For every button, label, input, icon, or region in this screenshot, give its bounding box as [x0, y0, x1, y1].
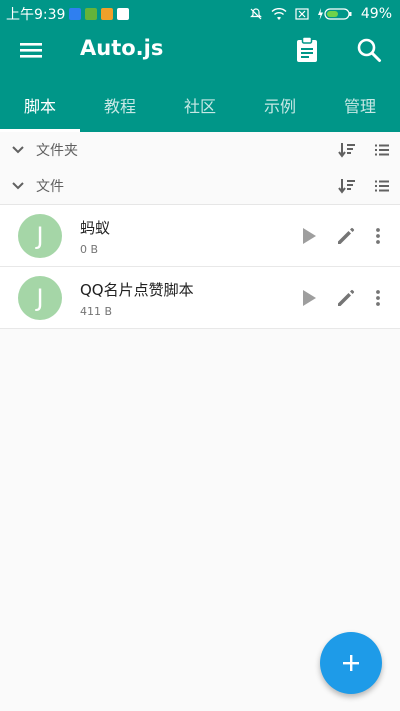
- app-header: 上午9:39 49% Auto.js 脚本 教程 社区 示例 管理: [0, 0, 400, 132]
- file-avatar: J: [18, 276, 62, 320]
- battery-icon: [317, 8, 352, 20]
- sort-icon[interactable]: [338, 177, 356, 195]
- file-size: 0 B: [80, 243, 99, 256]
- shield-notification-icon: [69, 8, 82, 20]
- app-notification-icon: [117, 8, 130, 20]
- file-row-ant[interactable]: J 蚂蚁 0 B: [0, 205, 400, 267]
- group-label: 文件夹: [36, 143, 78, 159]
- file-size: 411 B: [80, 305, 113, 318]
- tab-tutorial[interactable]: 教程: [80, 84, 160, 132]
- app-title: Auto.js: [80, 36, 164, 60]
- chevron-down-icon[interactable]: [10, 178, 26, 194]
- status-right: 49%: [249, 6, 392, 22]
- status-left: 上午9:39: [6, 4, 130, 24]
- wifi-icon: [271, 7, 287, 20]
- list-view-icon[interactable]: [374, 178, 390, 194]
- group-header-files[interactable]: 文件: [0, 168, 400, 204]
- status-time: 上午9:39: [6, 7, 66, 23]
- play-icon[interactable]: [300, 288, 318, 308]
- more-vert-icon[interactable]: [372, 226, 384, 246]
- sort-icon[interactable]: [338, 141, 356, 159]
- tab-examples[interactable]: 示例: [240, 84, 320, 132]
- tab-bar: 脚本 教程 社区 示例 管理: [0, 84, 400, 132]
- file-row-qq-like[interactable]: J QQ名片点赞脚本 411 B: [0, 267, 400, 329]
- clipboard-icon[interactable]: [294, 36, 320, 64]
- edit-icon[interactable]: [336, 226, 356, 246]
- file-name: QQ名片点赞脚本: [80, 281, 194, 299]
- no-sim-icon: [295, 8, 309, 20]
- tab-manage[interactable]: 管理: [320, 84, 400, 132]
- group-label: 文件: [36, 179, 64, 195]
- group-header-folders[interactable]: 文件夹: [0, 132, 400, 168]
- search-icon[interactable]: [356, 36, 382, 64]
- file-name: 蚂蚁: [80, 219, 111, 237]
- file-avatar: J: [18, 214, 62, 258]
- app-notification-icon: [85, 8, 98, 20]
- tab-community[interactable]: 社区: [160, 84, 240, 132]
- battery-percent: 49%: [360, 6, 392, 22]
- status-bar: 上午9:39 49%: [0, 0, 400, 28]
- chevron-down-icon[interactable]: [10, 142, 26, 158]
- menu-icon[interactable]: [18, 38, 44, 62]
- add-fab-button[interactable]: [320, 632, 382, 694]
- plus-icon: [343, 655, 359, 671]
- edit-icon[interactable]: [336, 288, 356, 308]
- toolbar: Auto.js: [0, 28, 400, 72]
- tab-scripts[interactable]: 脚本: [0, 84, 80, 132]
- more-vert-icon[interactable]: [372, 288, 384, 308]
- play-icon[interactable]: [300, 226, 318, 246]
- app-notification-icon: [101, 8, 114, 20]
- list-view-icon[interactable]: [374, 142, 390, 158]
- mute-bell-icon: [249, 8, 262, 20]
